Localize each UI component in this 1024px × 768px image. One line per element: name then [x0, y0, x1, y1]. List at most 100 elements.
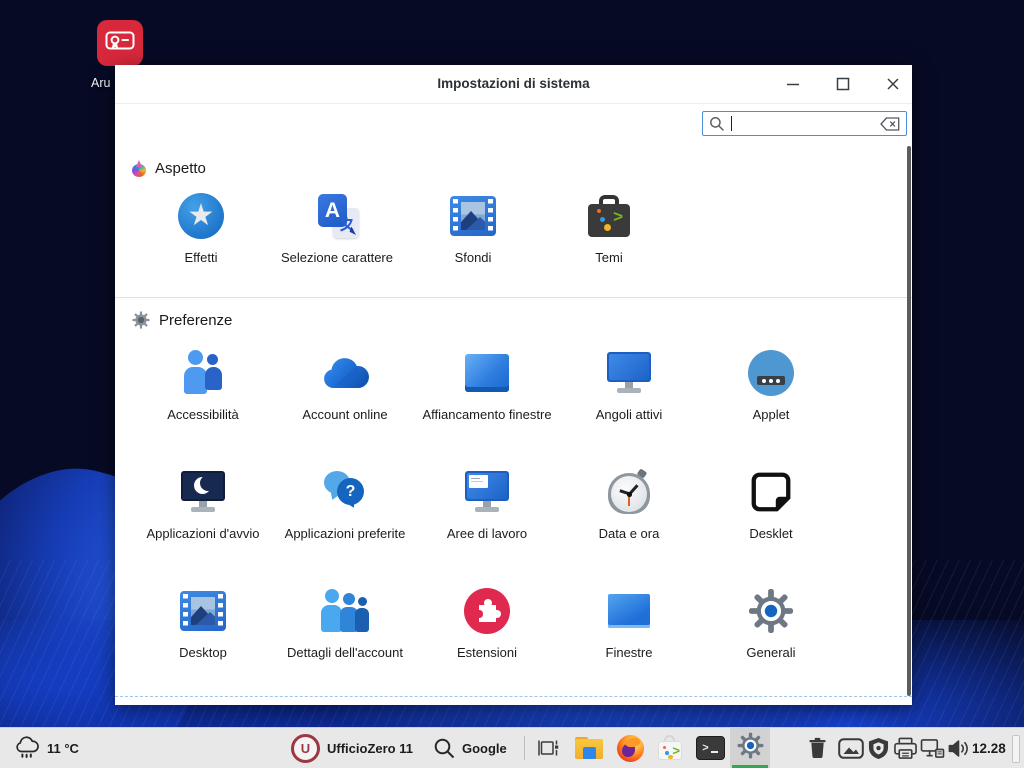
settings-item-applicazioni-preferite[interactable]: ?Applicazioni preferite: [274, 451, 416, 570]
settings-item-label: Generali: [746, 645, 795, 661]
show-desktop-icon[interactable]: [529, 728, 569, 768]
file-manager-icon[interactable]: [569, 728, 609, 768]
taskbar-clock[interactable]: 12.28: [972, 728, 1006, 768]
filmstrip-icon: [450, 192, 496, 240]
settings-item-applicazioni-d-avvio[interactable]: Applicazioni d'avvio: [132, 451, 274, 570]
taskbar-separator: [524, 736, 525, 760]
window-icon: [608, 587, 650, 635]
terminal-icon[interactable]: >: [690, 728, 730, 768]
settings-item-desktop[interactable]: Desktop: [132, 570, 274, 689]
firefox-icon[interactable]: [610, 728, 650, 768]
effects-icon: ★: [178, 192, 224, 240]
settings-item-label: Data e ora: [599, 526, 660, 542]
settings-item-label: Estensioni: [457, 645, 517, 661]
trash-icon[interactable]: [804, 728, 830, 768]
taskbar: 11 °C U UfficioZero 11 Google: [0, 727, 1024, 768]
settings-item-aree-di-lavoro[interactable]: Aree di lavoro: [416, 451, 558, 570]
search-input[interactable]: [702, 111, 907, 136]
settings-item-effetti[interactable]: ★Effetti: [133, 180, 269, 297]
minimize-button[interactable]: [782, 73, 804, 95]
settings-item-label: Desktop: [179, 645, 227, 661]
settings-item-tablet-screen[interactable]: [700, 689, 842, 705]
settings-item-label: Aree di lavoro: [447, 526, 527, 542]
gear-blue-icon: [748, 587, 794, 635]
section-header-aspetto: Aspetto: [115, 146, 912, 180]
settings-item-label: Accessibilità: [167, 407, 239, 423]
settings-item-metodo-di[interactable]: Metodo di: [416, 689, 558, 705]
monitor-icon: [606, 349, 652, 397]
clear-search-icon[interactable]: [880, 117, 900, 131]
people-three-icon: [321, 587, 369, 635]
settings-item-touch-hand[interactable]: [132, 689, 274, 705]
menu-button[interactable]: U UfficioZero 11: [291, 728, 413, 768]
settings-item-affiancamento-finestre[interactable]: Affiancamento finestre: [416, 332, 558, 451]
show-desktop-edge-button[interactable]: [1012, 735, 1020, 763]
section-grid-aspetto: ★Effetti A Selezione carattere Sfondi>Temi: [115, 180, 912, 297]
settings-item-label: Dettagli dell'account: [287, 645, 403, 661]
image-viewer-icon[interactable]: [838, 728, 864, 768]
font-select-icon: A: [313, 192, 361, 240]
printer-icon[interactable]: [892, 728, 918, 768]
settings-item-label: Affiancamento finestre: [422, 407, 551, 423]
menu-label: UfficioZero 11: [327, 741, 413, 756]
settings-item-selezione-carattere[interactable]: A Selezione carattere: [269, 180, 405, 297]
tile-icon: [465, 349, 509, 397]
applet-icon: [748, 349, 794, 397]
settings-item-finestre[interactable]: Finestre: [558, 570, 700, 689]
settings-item-estensioni[interactable]: Estensioni: [416, 570, 558, 689]
settings-item-label: Applicazioni preferite: [285, 526, 406, 542]
google-search-button[interactable]: Google: [433, 728, 507, 768]
settings-item-applet[interactable]: Applet: [700, 332, 842, 451]
settings-item-label: Angoli attivi: [596, 407, 662, 423]
settings-item-chat-dots[interactable]: [558, 689, 700, 705]
section-label: Preferenze: [159, 312, 232, 329]
section-grid-preferenze: Accessibilità Account online Affiancamento…: [115, 332, 912, 705]
desktop-shortcut-aruba[interactable]: Aru: [97, 20, 145, 66]
software-store-icon[interactable]: >: [650, 728, 690, 768]
sticky-note-icon: [748, 468, 794, 516]
window-bottom-dashed-line: [115, 696, 912, 697]
monitor-window-icon: [464, 468, 510, 516]
settings-item-label: Desklet: [749, 526, 792, 542]
settings-item-desklet[interactable]: Desklet: [700, 451, 842, 570]
settings-item-label: Applicazioni d'avvio: [146, 526, 259, 542]
clock-icon: [607, 468, 651, 516]
text-caret: [731, 116, 732, 131]
weather-applet[interactable]: 11 °C: [14, 728, 79, 768]
briefcase-icon: >: [588, 192, 630, 240]
search-row: [115, 104, 912, 146]
close-button[interactable]: [882, 73, 904, 95]
ufficiozero-logo: U: [291, 734, 320, 763]
settings-item-label: Finestre: [606, 645, 653, 661]
settings-item-label: Selezione carattere: [281, 250, 393, 266]
volume-icon[interactable]: [945, 728, 971, 768]
magnifier-icon: [433, 737, 456, 760]
settings-item-sfondi[interactable]: Sfondi: [405, 180, 541, 297]
settings-item-data-e-ora[interactable]: Data e ora: [558, 451, 700, 570]
window-titlebar[interactable]: Impostazioni di sistema: [115, 65, 912, 104]
settings-item-globe[interactable]: [274, 689, 416, 705]
settings-item-label: Account online: [302, 407, 387, 423]
settings-item-dettagli-dell-account[interactable]: Dettagli dell'account: [274, 570, 416, 689]
settings-item-temi[interactable]: >Temi: [541, 180, 677, 297]
settings-item-generali[interactable]: Generali: [700, 570, 842, 689]
system-settings-window: Impostazioni di sistema: [115, 65, 912, 705]
search-icon: [709, 116, 725, 132]
settings-item-angoli-attivi[interactable]: Angoli attivi: [558, 332, 700, 451]
settings-item-accessibilit-[interactable]: Accessibilità: [132, 332, 274, 451]
security-shield-icon[interactable]: [865, 728, 891, 768]
network-icon[interactable]: [919, 728, 945, 768]
rain-cloud-icon: [14, 735, 40, 762]
gear-icon: [132, 311, 150, 329]
aruba-sign-certificate-icon: [97, 20, 143, 66]
monitor-moon-icon: [180, 468, 226, 516]
droplet-icon: [132, 160, 146, 177]
maximize-button[interactable]: [832, 73, 854, 95]
window-scrollbar[interactable]: [907, 146, 911, 696]
settings-item-account-online[interactable]: Account online: [274, 332, 416, 451]
section-header-preferenze: Preferenze: [115, 298, 912, 332]
weather-temperature: 11 °C: [47, 741, 79, 756]
desktop: Aru Impostazioni di sistema: [0, 0, 1024, 768]
google-search-label: Google: [462, 741, 507, 756]
system-settings-icon[interactable]: [730, 728, 770, 768]
